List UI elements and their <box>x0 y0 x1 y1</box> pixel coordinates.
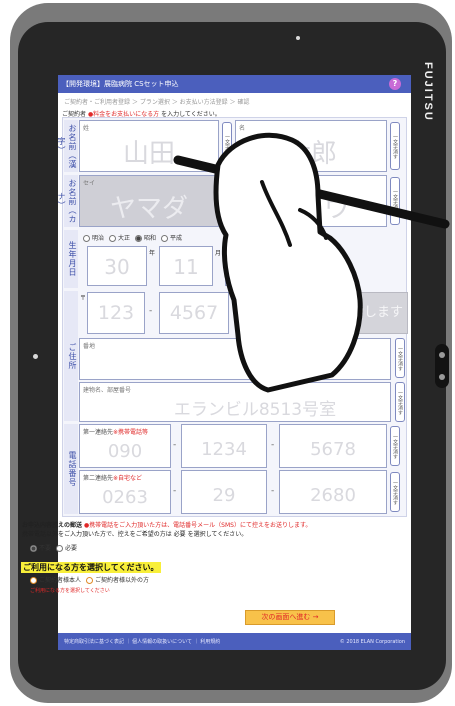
recipient-heading: ご利用になる方を選択してください。 <box>21 562 161 573</box>
sms-notice-heading: お申込内容控えの郵送 <box>22 522 83 529</box>
era-option-taisho[interactable]: 大正 <box>109 233 130 242</box>
arrow-right-icon: → <box>312 613 319 621</box>
building-input[interactable]: 建物名、部屋番号 エランビル8513号室 <box>79 382 391 422</box>
birth-day-input[interactable]: 15 <box>225 246 279 286</box>
recipient-note: ご利用になる方を選択してください <box>30 588 110 594</box>
surname-kanji-delete-char-button[interactable]: 一文字消す <box>222 122 232 170</box>
surname-kanji-label: 姓 <box>83 125 90 132</box>
next-button[interactable]: 次の画面へ進む → <box>245 610 335 625</box>
camera-icon <box>296 36 300 40</box>
phone2-third-input[interactable]: 2680 <box>279 470 387 514</box>
given-kanji-delete-char-button[interactable]: 一文字消す <box>390 122 400 170</box>
phone1-second-input[interactable]: 1234 <box>181 424 267 468</box>
building-label: 建物名、部屋番号 <box>83 387 132 394</box>
app-header: 【開発環境】展臨病院 CSセット申込 ? <box>58 75 411 93</box>
surname-kanji-value: 山田 <box>122 139 175 169</box>
breadcrumb: ご契約者・ご利用者登録 ＞ プラン選択 ＞ お支払い方法登録 ＞ 確認 <box>64 99 250 106</box>
phone-separator: - <box>271 440 275 450</box>
surname-kana-value: ヤマダ <box>109 194 188 224</box>
era-radio-group: 明治 大正 昭和 平成 <box>83 233 182 242</box>
building-delete-char-button[interactable]: 一文字消す <box>395 382 405 422</box>
era-option-showa[interactable]: 昭和 <box>135 233 156 242</box>
next-button-label: 次の画面へ進む <box>261 613 311 621</box>
surname-kana-delete-char-button[interactable]: 一文字消す <box>222 177 232 225</box>
given-kana-delete-char-button[interactable]: 一文字消す <box>390 177 400 225</box>
phone1-delete-char-button[interactable]: 一文字消す <box>390 426 400 466</box>
month-unit: 月 <box>215 250 222 257</box>
name-kana-label: お名前（カナ） <box>58 175 78 227</box>
receipt-option-needed[interactable]: 必要 <box>56 543 77 552</box>
radio-icon <box>83 235 90 242</box>
day-unit: 日 <box>281 250 288 257</box>
era-option-meiji[interactable]: 明治 <box>83 233 104 242</box>
sms-notice: お申込内容控えの郵送 ●携帯電話をご入力頂いた方は、電話番号メール（SMS）にて… <box>22 521 352 539</box>
phone-label: 電話番号 <box>64 424 78 514</box>
recipient-radio-group: ご契約者様本人 ご契約者様以外の方 <box>30 575 149 584</box>
banchi-input[interactable]: 番地 15-6 <box>79 338 391 380</box>
given-kanji-value: 太郎 <box>284 139 337 169</box>
address-search-button[interactable]: 住所を検索します <box>295 292 408 334</box>
phone2-first-input[interactable]: 第二連絡先※自宅など 0263 <box>79 470 171 514</box>
given-kana-input[interactable]: メイ タロウ <box>235 175 387 227</box>
app-footer: 特定商取引法に基づく表記 ｜ 個人情報の取扱いについて ｜ 利用規約 © 201… <box>58 633 411 650</box>
address-label: ご住所 <box>64 291 78 421</box>
radio-selected-icon <box>30 545 37 552</box>
phone1-third-input[interactable]: 5678 <box>279 424 387 468</box>
phone2-delete-char-button[interactable]: 一文字消す <box>390 472 400 512</box>
phone-separator: - <box>173 486 177 496</box>
zip-second-input[interactable]: 4567 <box>159 292 229 334</box>
sensor-dot <box>33 354 38 359</box>
radio-icon <box>56 545 64 552</box>
name-kanji-label: お名前（漢字） <box>58 120 78 172</box>
zip-separator: - <box>149 306 153 316</box>
phone-separator: - <box>173 440 177 450</box>
radio-icon <box>109 235 117 242</box>
contract-form: お名前（漢字） 姓 山田 一文字消す 名 太郎 一文字消す お名前（カナ） セイ… <box>58 117 408 517</box>
zip-first-input[interactable]: 123 <box>87 292 145 334</box>
postal-mark: 〒 <box>80 295 87 302</box>
surname-kana-label: セイ <box>83 180 96 187</box>
phone2-second-input[interactable]: 29 <box>181 470 267 514</box>
phone1-first-input[interactable]: 第一連絡先※携帯電話等 090 <box>79 424 171 468</box>
surname-kana-input[interactable]: セイ ヤマダ <box>79 175 219 227</box>
receipt-radio-group: 不要 必要 <box>30 543 77 552</box>
year-unit: 年 <box>149 250 156 257</box>
recipient-option-other[interactable]: ご契約者様以外の方 <box>86 575 149 584</box>
radio-icon <box>30 577 37 584</box>
footer-copyright: © 2018 ELAN Corporation <box>339 638 405 645</box>
given-kanji-label: 名 <box>239 125 246 132</box>
brand-logo: FUJITSU <box>422 62 434 122</box>
surname-kanji-input[interactable]: 姓 山田 <box>79 120 219 172</box>
radio-selected-icon <box>135 235 143 242</box>
given-kana-label: メイ <box>239 180 252 187</box>
era-option-heisei[interactable]: 平成 <box>161 233 182 242</box>
phone-separator: - <box>271 486 275 496</box>
sms-notice-highlight: ●携帯電話をご入力頂いた方は、電話番号メール（SMS）にて控えをお送りします。 <box>83 522 312 529</box>
birth-year-input[interactable]: 30 <box>87 246 147 286</box>
footer-links[interactable]: 特定商取引法に基づく表記 ｜ 個人情報の取扱いについて ｜ 利用規約 <box>64 638 220 645</box>
question-icon[interactable]: ? <box>389 78 401 90</box>
home-button[interactable] <box>435 344 449 388</box>
given-kanji-input[interactable]: 名 太郎 <box>235 120 387 172</box>
given-kana-value: タロウ <box>271 194 350 224</box>
radio-icon <box>86 577 94 584</box>
app-title: 【開発環境】展臨病院 CSセット申込 <box>62 80 179 88</box>
birth-month-input[interactable]: 11 <box>159 246 213 286</box>
radio-icon <box>161 235 169 242</box>
banchi-label: 番地 <box>83 343 96 350</box>
sms-notice-line2: 携帯電話以外をご入力頂いた方で、控えをご希望の方は 必要 を選択してください。 <box>22 531 248 538</box>
birthdate-label: 生年月日 <box>64 230 78 288</box>
receipt-option-unneeded[interactable]: 不要 <box>30 543 51 552</box>
recipient-option-self[interactable]: ご契約者様本人 <box>30 575 81 584</box>
banchi-delete-char-button[interactable]: 一文字消す <box>395 338 405 378</box>
